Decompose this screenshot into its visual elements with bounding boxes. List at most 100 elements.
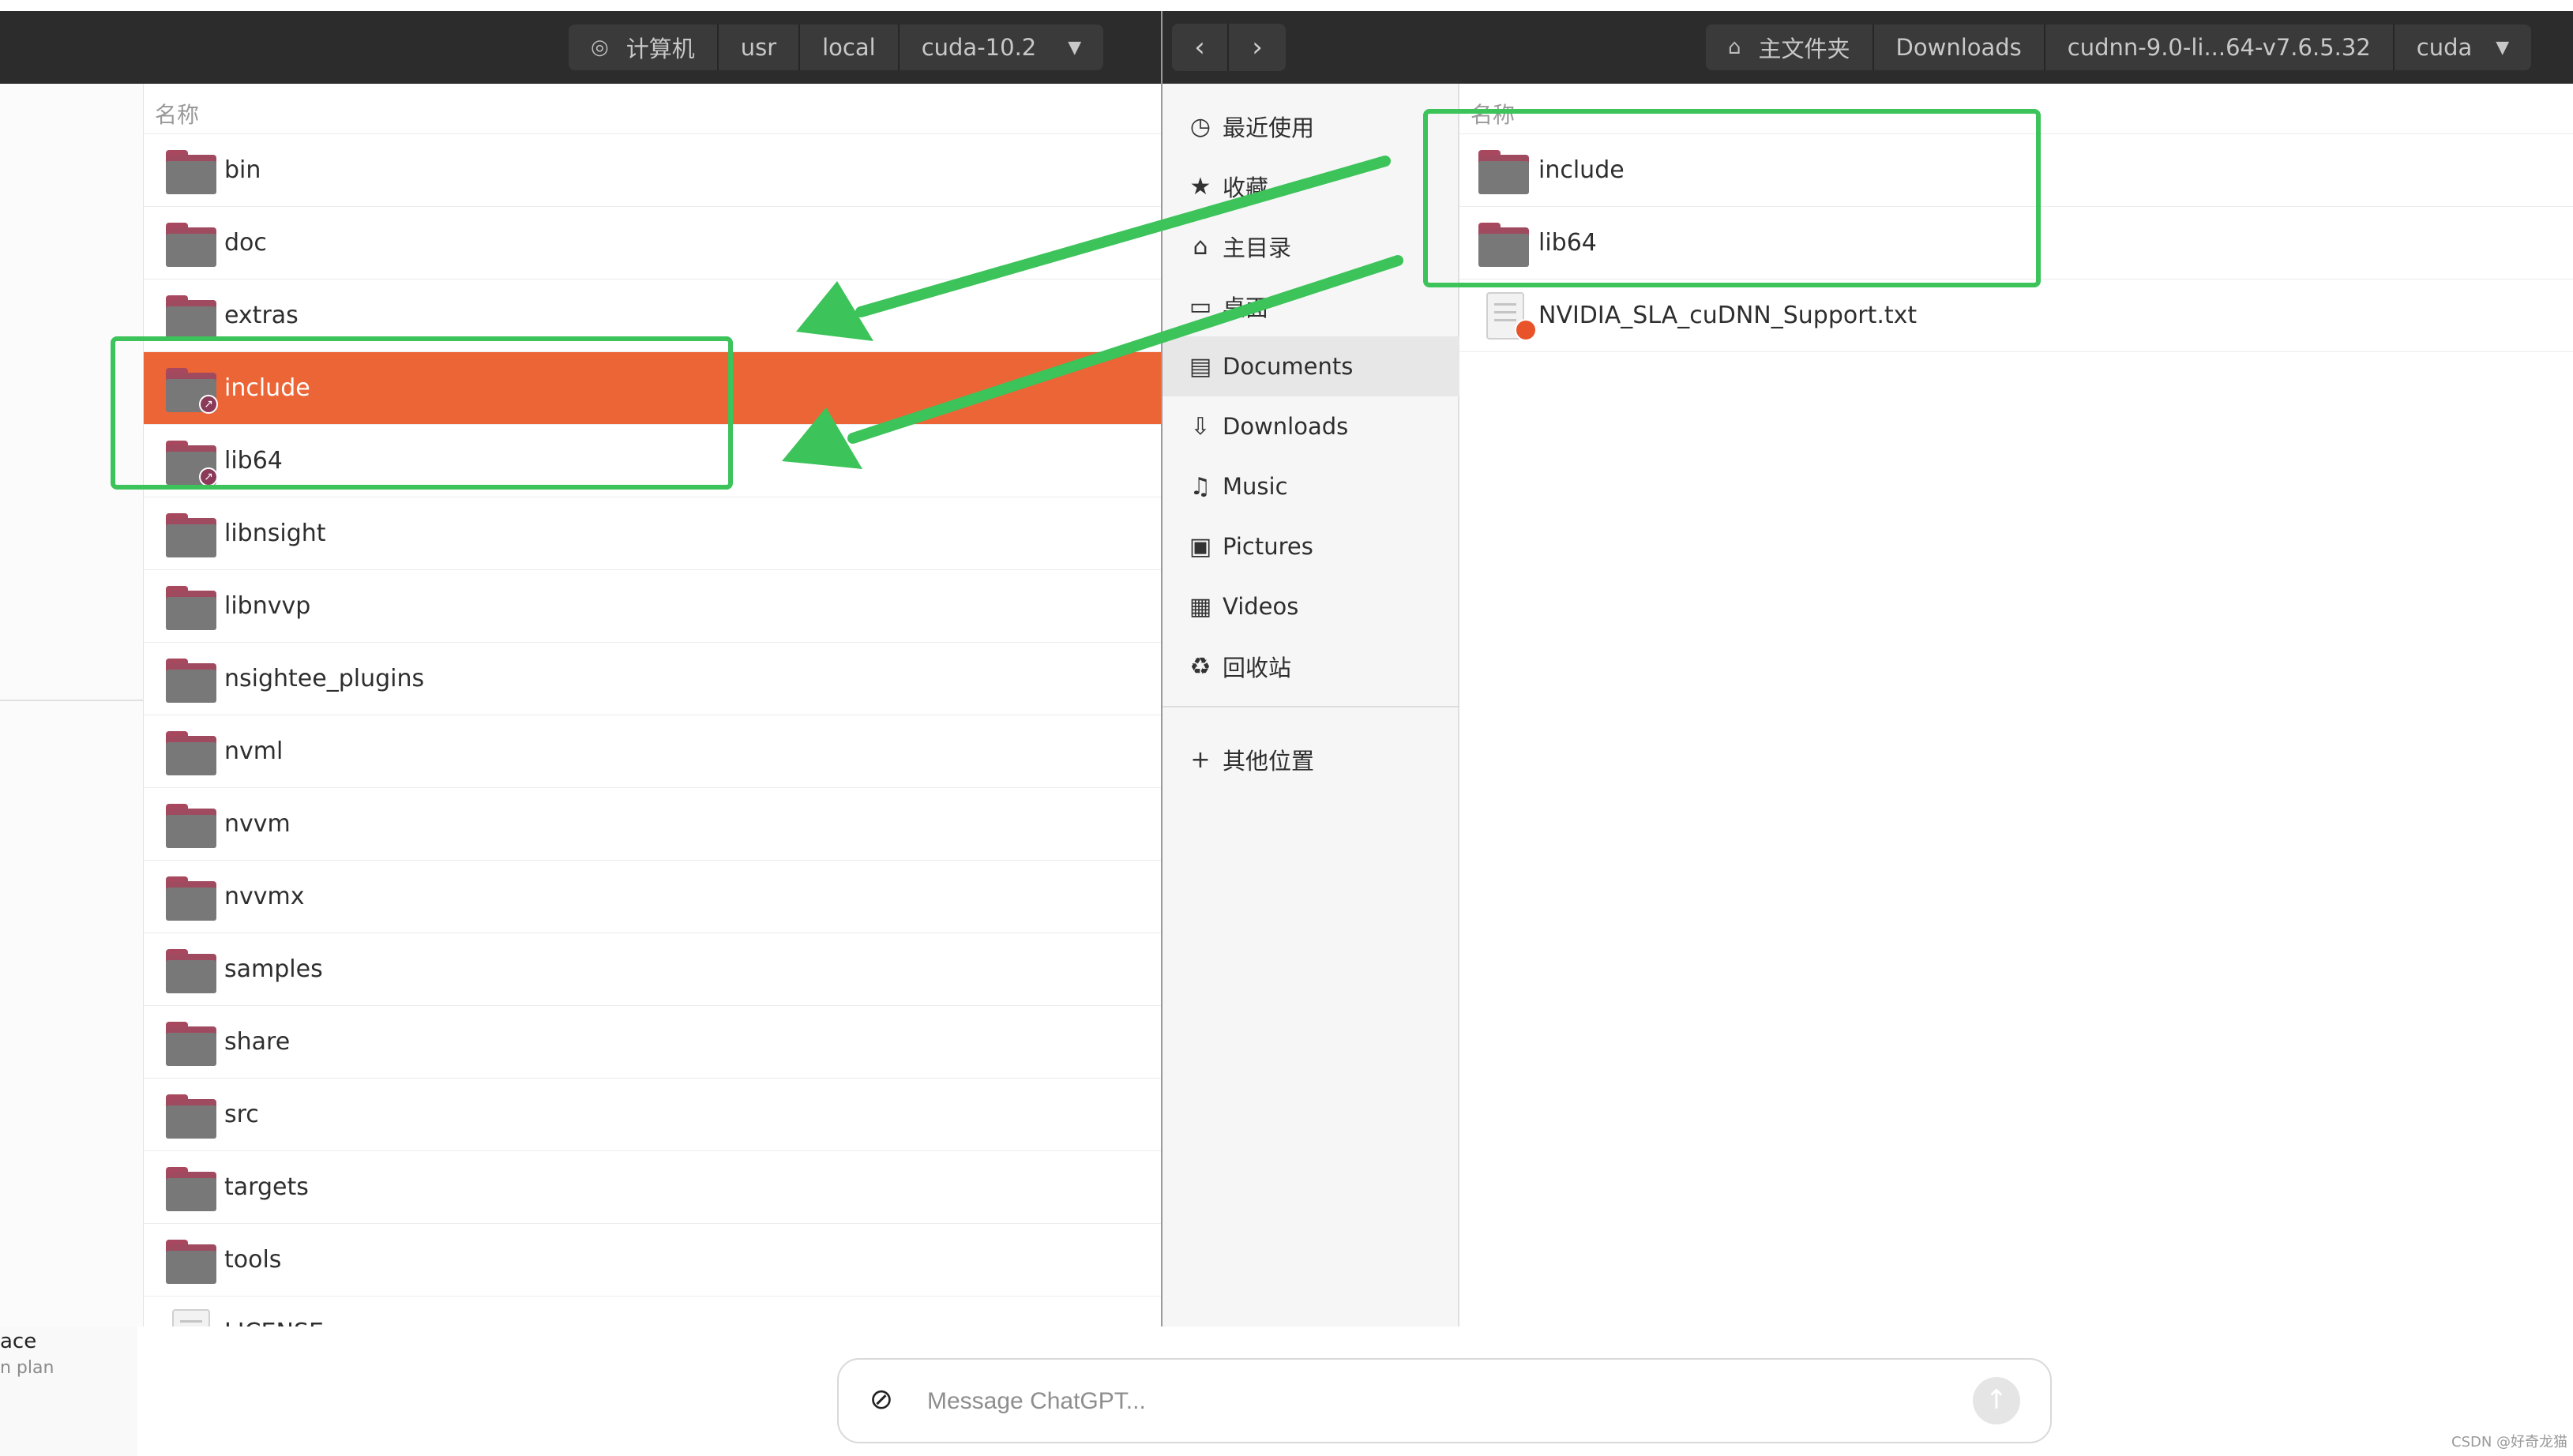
home-icon: ⌂ [1728, 36, 1741, 59]
folder-icon [166, 1094, 216, 1139]
file-row-extras[interactable]: extras [144, 280, 1161, 352]
path-label: cudnn-9.0-li...64-v7.6.5.32 [2067, 34, 2371, 61]
column-header-name[interactable]: 名称 [144, 84, 1161, 134]
file-name: src [224, 1101, 259, 1128]
nav-buttons: ‹ › [1172, 24, 1286, 71]
recent-icon: ◷ [1189, 112, 1211, 141]
file-name: extras [224, 302, 299, 329]
left-sidebar [0, 84, 144, 1327]
sidebar-item-desktop[interactable]: ▭ 桌面 [1163, 276, 1459, 336]
chevron-right-icon: › [1252, 32, 1263, 63]
arrow-up-icon: ↑ [1985, 1384, 2008, 1416]
sidebar-item-documents[interactable]: ▤ Documents [1163, 336, 1459, 396]
path-label: cuda-10.2 [921, 34, 1037, 61]
file-name: include [224, 374, 310, 402]
watermark: CSDN @好奇龙猫 [2451, 1434, 2568, 1450]
lock-icon [1515, 319, 1537, 341]
file-row-doc[interactable]: doc [144, 207, 1161, 280]
folder-icon [1478, 150, 1529, 194]
file-row-bin[interactable]: bin [144, 134, 1161, 207]
sidebar-item-videos[interactable]: ▦ Videos [1163, 576, 1459, 636]
sidebar-divider [1163, 706, 1459, 707]
sidebar-item-pictures[interactable]: ▣ Pictures [1163, 516, 1459, 576]
sidebar-item-other-locations[interactable]: + 其他位置 [1163, 730, 1459, 790]
sidebar-item-trash[interactable]: ♻ 回收站 [1163, 636, 1459, 696]
folder-icon [166, 1240, 216, 1284]
sidebar-item-label: 最近使用 [1223, 114, 1315, 141]
sidebar-item-label: Pictures [1223, 533, 1313, 560]
sidebar-item-downloads[interactable]: ⇩ Downloads [1163, 396, 1459, 456]
chevron-down-icon[interactable]: ▼ [1068, 38, 1081, 58]
file-row-targets[interactable]: targets [144, 1151, 1161, 1224]
column-header-name[interactable]: 名称 [1459, 84, 2573, 134]
file-row-tools[interactable]: tools [144, 1224, 1161, 1297]
sidebar-item-star[interactable]: ★ 收藏 [1163, 156, 1459, 216]
folder-icon [166, 586, 216, 630]
message-input[interactable] [927, 1382, 1875, 1421]
chevron-down-icon[interactable]: ▼ [2496, 38, 2509, 58]
star-icon: ★ [1189, 172, 1211, 201]
sidebar-item-home[interactable]: ⌂ 主目录 [1163, 216, 1459, 276]
sidebar-item-label: Videos [1223, 593, 1299, 620]
sidebar-item-label: 回收站 [1223, 655, 1292, 681]
file-row-license[interactable]: LICENSE [144, 1297, 1161, 1327]
send-button[interactable]: ↑ [1973, 1377, 2020, 1424]
file-row-share[interactable]: share [144, 1006, 1161, 1079]
file-name: targets [224, 1173, 309, 1201]
file-name: include [1538, 156, 1625, 184]
file-name: NVIDIA_SLA_cuDNN_Support.txt [1538, 302, 1918, 329]
sidebar-item-label: Downloads [1223, 413, 1349, 440]
file-row-nvvmx[interactable]: nvvmx [144, 861, 1161, 933]
folder-icon [166, 1022, 216, 1066]
back-button[interactable]: ‹ [1172, 24, 1229, 71]
folder-icon [1478, 223, 1529, 267]
file-row-libnsight[interactable]: libnsight [144, 497, 1161, 570]
folder-icon [166, 513, 216, 557]
forward-button[interactable]: › [1229, 24, 1286, 71]
trash-icon: ♻ [1189, 652, 1211, 681]
path-segment-cuda[interactable]: cuda-10.2 ▼ [899, 24, 1104, 70]
sidebar-item-music[interactable]: ♫ Music [1163, 456, 1459, 516]
file-row-include[interactable]: include [1459, 134, 2573, 207]
path-segment-cudnn[interactable]: cudnn-9.0-li...64-v7.6.5.32 [2045, 24, 2395, 70]
file-name: nvml [224, 737, 284, 765]
file-row-lib64[interactable]: ↗ lib64 [144, 425, 1161, 497]
sidebar-item-label: Documents [1223, 353, 1354, 380]
path-segment-computer[interactable]: ◎ 计算机 [569, 24, 719, 70]
symlink-badge-icon: ↗ [199, 467, 218, 486]
file-row-samples[interactable]: samples [144, 933, 1161, 1006]
file-name: nvvmx [224, 883, 305, 910]
chat-sidebar-fragment: ace n plan [0, 1327, 137, 1456]
file-row-nvidia-sla-cudnn-support-txt[interactable]: NVIDIA_SLA_cuDNN_Support.txt [1459, 280, 2573, 352]
file-row-libnvvp[interactable]: libnvvp [144, 570, 1161, 643]
right-header-bar: ‹ › ⌂ 主文件夹 Downloads cudnn-9.0-li...64-v… [1163, 11, 2573, 84]
file-row-nvvm[interactable]: nvvm [144, 788, 1161, 861]
chevron-left-icon: ‹ [1194, 32, 1205, 63]
file-row-include[interactable]: ↗ include [144, 352, 1161, 425]
path-segment-downloads[interactable]: Downloads [1873, 24, 2045, 70]
sidebar-item-label: Music [1223, 473, 1288, 500]
path-segment-usr[interactable]: usr [718, 24, 801, 70]
left-path-bar: ◎ 计算机 usr local cuda-10.2 ▼ [569, 24, 1104, 70]
file-row-nsightee-plugins[interactable]: nsightee_plugins [144, 643, 1161, 715]
left-file-list: 名称 bin doc extras ↗ include ↗ lib64 libnsight li… [144, 84, 1161, 1327]
symlink-badge-icon: ↗ [199, 395, 218, 414]
file-name: doc [224, 229, 267, 257]
path-label: Downloads [1895, 34, 2022, 61]
sidebar-item-label: 收藏 [1223, 174, 1269, 201]
path-label: 计算机 [625, 36, 695, 62]
file-name: bin [224, 156, 261, 184]
folder-icon [166, 659, 216, 703]
right-file-list: 名称 include lib64 NVIDIA_SLA_cuDNN_Support.… [1459, 84, 2573, 1327]
path-segment-home[interactable]: ⌂ 主文件夹 [1706, 24, 1874, 70]
sidebar-text: ace [0, 1330, 37, 1353]
file-row-nvml[interactable]: nvml [144, 715, 1161, 788]
path-segment-local[interactable]: local [800, 24, 900, 70]
file-row-src[interactable]: src [144, 1079, 1161, 1151]
paperclip-icon[interactable]: ⊘ [866, 1383, 897, 1420]
file-name: lib64 [224, 447, 283, 475]
sidebar-item-recent[interactable]: ◷ 最近使用 [1163, 96, 1459, 156]
folder-icon [166, 804, 216, 848]
file-row-lib64[interactable]: lib64 [1459, 207, 2573, 280]
path-segment-cuda[interactable]: cuda ▼ [2394, 24, 2532, 70]
